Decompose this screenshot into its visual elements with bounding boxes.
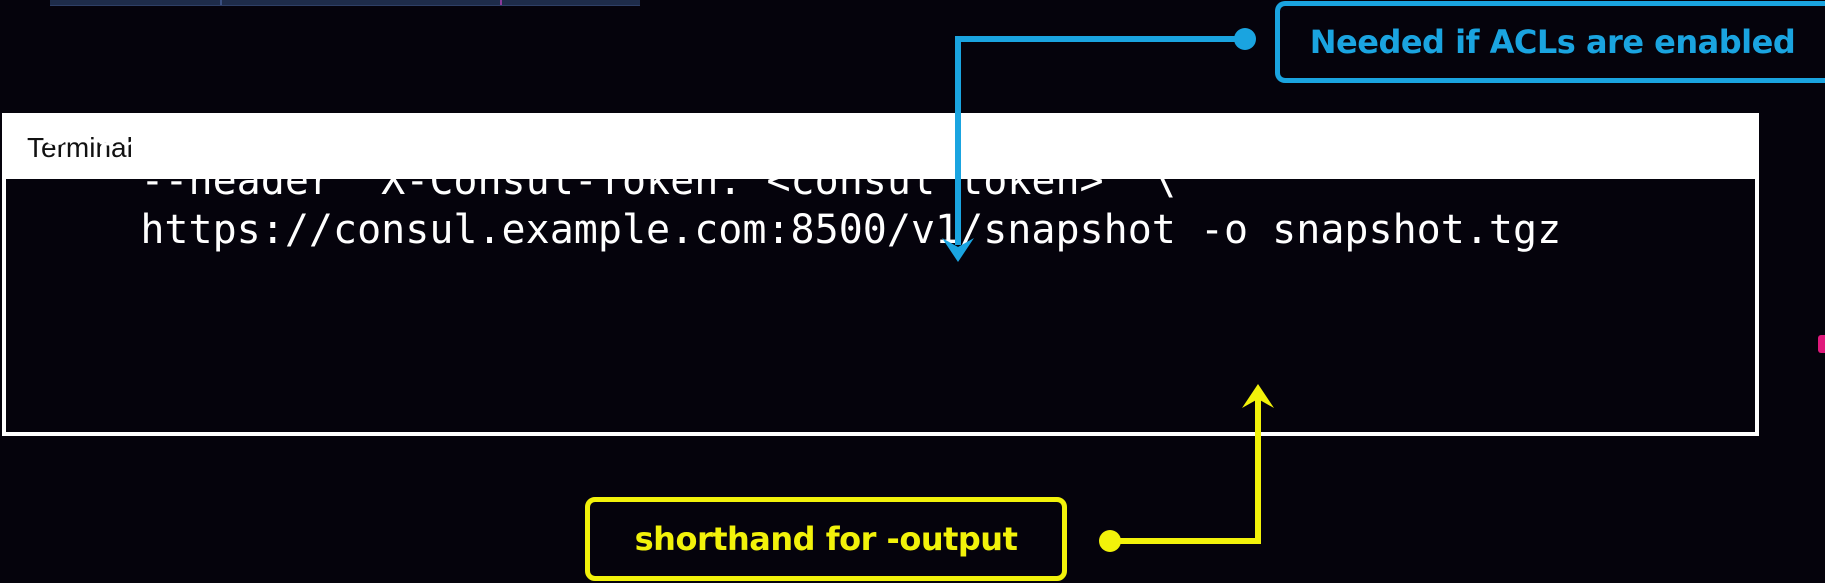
acl-callout: Needed if ACLs are enabled [1275, 1, 1825, 83]
output-callout: shorthand for -output [585, 497, 1067, 581]
output-arrow [1099, 384, 1274, 552]
acl-arrow [942, 28, 1256, 262]
callout-arrows [942, 28, 1274, 552]
